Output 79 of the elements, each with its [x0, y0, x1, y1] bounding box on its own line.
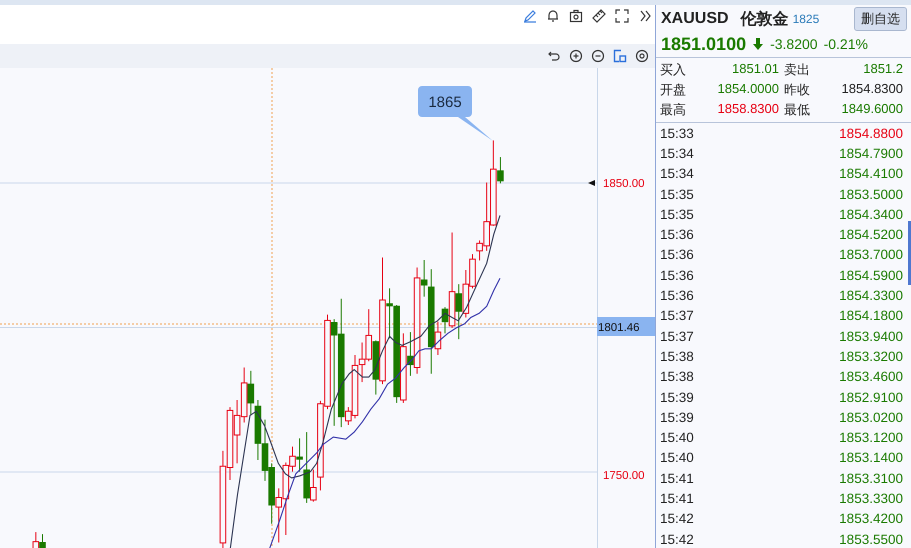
tick-time: 15:34 — [660, 146, 694, 161]
bell-icon[interactable] — [546, 9, 560, 23]
tick-time: 15:39 — [660, 390, 694, 404]
tick-time: 15:40 — [660, 430, 694, 446]
instrument-code: 1825 — [792, 12, 820, 26]
tick-time: 15:41 — [660, 470, 694, 486]
price-change: -3.8200 — [770, 36, 818, 52]
quote-field-label: 卖出 — [784, 61, 810, 79]
tick-price: 1854.3300 — [839, 288, 903, 304]
last-price: 1851.0100 — [661, 34, 746, 54]
tick-price: 1854.5900 — [839, 268, 903, 283]
zoom-in-icon[interactable] — [569, 49, 583, 63]
tick-time: 15:37 — [660, 308, 694, 324]
instrument-name: 伦敦金 — [740, 9, 789, 30]
quote-field-label: 买入 — [660, 61, 686, 79]
current-price-tag — [597, 317, 655, 336]
remove-watchlist-button[interactable]: 删自选 — [854, 7, 907, 31]
tick-time: 15:42 — [660, 511, 694, 526]
tick-price: 1853.5000 — [839, 186, 903, 202]
tick-time: 15:40 — [660, 450, 694, 466]
quote-field-value: 1854.8300 — [840, 81, 903, 98]
tick-time: 15:38 — [660, 348, 694, 364]
quote-field-label: 开盘 — [660, 81, 686, 99]
current-price-label: 1801.46 — [598, 322, 640, 334]
tick-time: 15:42 — [660, 532, 694, 547]
tick-price: 1854.5200 — [839, 227, 903, 242]
tick-price: 1852.9100 — [839, 390, 903, 404]
price-axis-label: 1750.00 — [603, 470, 645, 482]
price-marker-icon — [588, 180, 595, 186]
ruler-icon[interactable] — [592, 9, 606, 23]
tick-price: 1853.0200 — [839, 410, 903, 425]
tick-price: 1853.1400 — [839, 450, 903, 466]
quote-field-value: 1851.2 — [862, 61, 903, 78]
price-callout: 1865 — [418, 86, 493, 141]
quote-field-label: 昨收 — [784, 81, 810, 99]
quote-field-value: 1854.0000 — [716, 81, 779, 98]
tick-time: 15:36 — [660, 227, 694, 242]
undo-icon[interactable] — [547, 49, 561, 63]
tick-price: 1853.5500 — [839, 532, 903, 547]
tick-time: 15:37 — [660, 328, 694, 344]
settings-icon[interactable] — [635, 49, 649, 63]
tick-time: 15:36 — [660, 268, 694, 283]
tick-price: 1853.1200 — [839, 430, 903, 446]
tick-price: 1853.4600 — [839, 369, 903, 384]
tick-price: 1854.1800 — [839, 308, 903, 324]
tick-price: 1853.3300 — [839, 490, 903, 506]
scrollbar-thumb[interactable] — [908, 221, 911, 285]
pencil-icon[interactable] — [523, 9, 537, 23]
tick-time: 15:38 — [660, 369, 694, 384]
quote-field-label: 最低 — [784, 101, 810, 119]
quote-field-value: 1849.6000 — [840, 101, 903, 118]
quote-field-value: 1851.01 — [731, 61, 779, 78]
fullscreen-icon[interactable] — [615, 9, 629, 23]
tick-time: 15:41 — [660, 490, 694, 506]
layout-icon[interactable] — [613, 49, 627, 63]
tick-price: 1853.3200 — [839, 348, 903, 364]
camera-icon[interactable] — [569, 9, 583, 23]
tick-price: 1853.7000 — [839, 247, 903, 262]
quote-field-value: 1858.8300 — [716, 101, 779, 118]
tick-time: 15:35 — [660, 206, 694, 222]
tick-price: 1853.9400 — [839, 328, 903, 344]
tick-time: 15:39 — [660, 410, 694, 425]
zoom-out-icon[interactable] — [591, 49, 605, 63]
tick-price: 1854.4100 — [839, 166, 903, 182]
tick-price: 1854.7900 — [839, 146, 903, 161]
tick-price: 1854.8800 — [839, 126, 903, 141]
tick-price: 1853.4200 — [839, 511, 903, 526]
tick-time: 15:34 — [660, 166, 694, 182]
price-axis-label: 1850.00 — [603, 178, 645, 190]
percent-change: -0.21% — [824, 36, 868, 52]
tick-time: 15:35 — [660, 186, 694, 202]
tick-price: 1854.3400 — [839, 206, 903, 222]
tick-time: 15:36 — [660, 247, 694, 262]
tick-time: 15:36 — [660, 288, 694, 304]
tick-time: 15:33 — [660, 126, 694, 141]
double-chevron-icon[interactable] — [638, 9, 652, 23]
symbol-label: XAUUSD — [661, 10, 729, 28]
tick-price: 1853.3100 — [839, 470, 903, 486]
quote-field-label: 最高 — [660, 101, 686, 119]
